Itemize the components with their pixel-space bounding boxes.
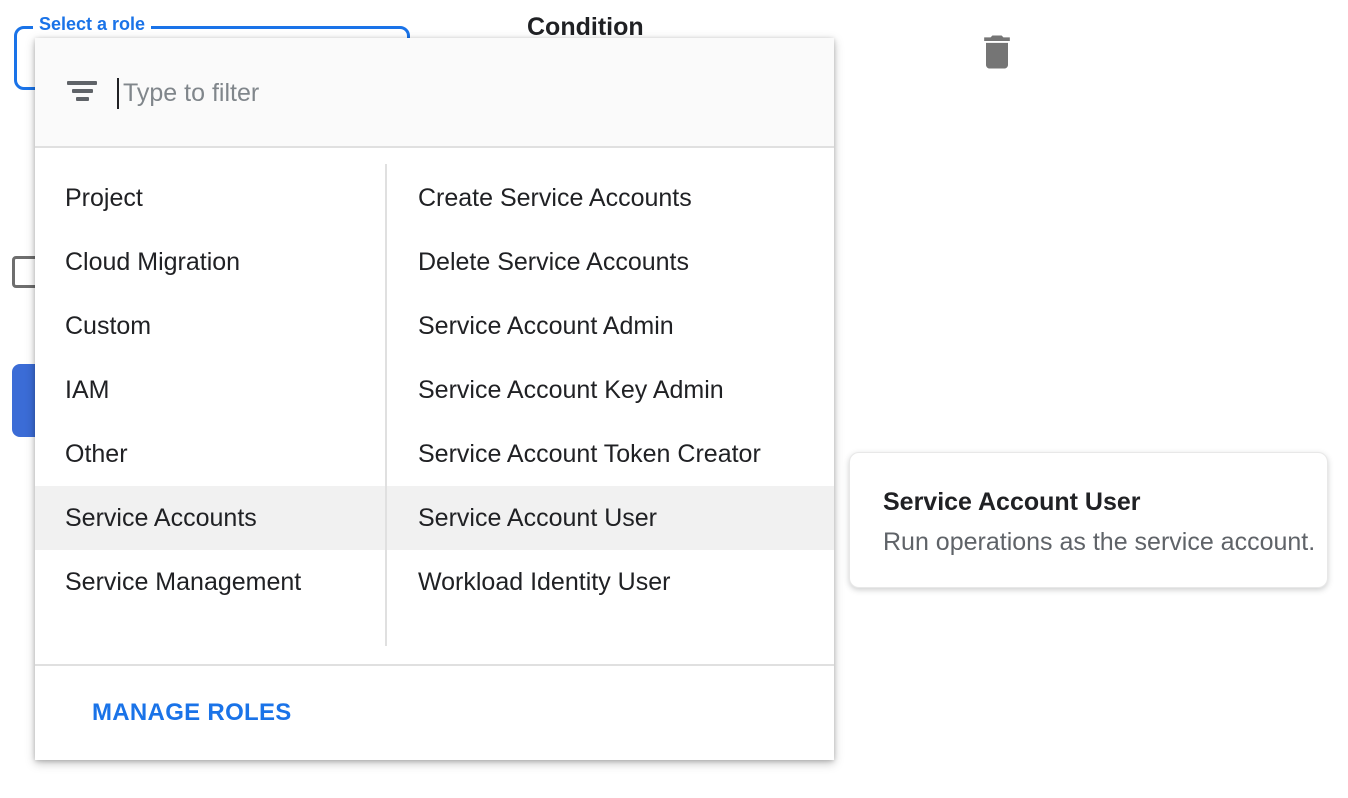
category-column: Project Cloud Migration Custom IAM Other… — [35, 148, 385, 662]
role-item[interactable]: Service Account User — [385, 486, 834, 550]
text-cursor — [117, 78, 119, 109]
role-item[interactable]: Service Account Token Creator — [385, 422, 834, 486]
manage-roles-button[interactable]: MANAGE ROLES — [92, 699, 292, 727]
tooltip-role-description: Run operations as the service account. — [883, 527, 1297, 557]
category-item[interactable]: Other — [35, 422, 385, 486]
column-divider — [385, 164, 387, 646]
role-column: Create Service Accounts Delete Service A… — [385, 148, 834, 662]
filter-header — [35, 38, 834, 148]
category-item[interactable]: IAM — [35, 358, 385, 422]
role-filter-input[interactable] — [123, 38, 803, 148]
role-item[interactable]: Delete Service Accounts — [385, 230, 834, 294]
role-list-area: Project Cloud Migration Custom IAM Other… — [35, 148, 834, 662]
role-tooltip-card: Service Account User Run operations as t… — [849, 452, 1328, 588]
category-item[interactable]: Project — [35, 166, 385, 230]
delete-row-button[interactable] — [975, 30, 1019, 74]
category-item[interactable]: Custom — [35, 294, 385, 358]
category-item[interactable]: Cloud Migration — [35, 230, 385, 294]
category-item[interactable]: Service Management — [35, 550, 385, 614]
role-item[interactable]: Create Service Accounts — [385, 166, 834, 230]
category-item[interactable]: Service Accounts — [35, 486, 385, 550]
dropdown-footer: MANAGE ROLES — [35, 664, 834, 760]
trash-icon — [975, 62, 1019, 77]
filter-list-icon — [67, 81, 97, 101]
role-item[interactable]: Workload Identity User — [385, 550, 834, 614]
select-role-label: Select a role — [33, 13, 151, 35]
tooltip-role-title: Service Account User — [883, 487, 1297, 517]
role-dropdown-panel: Project Cloud Migration Custom IAM Other… — [35, 38, 834, 760]
role-item[interactable]: Service Account Key Admin — [385, 358, 834, 422]
role-item[interactable]: Service Account Admin — [385, 294, 834, 358]
